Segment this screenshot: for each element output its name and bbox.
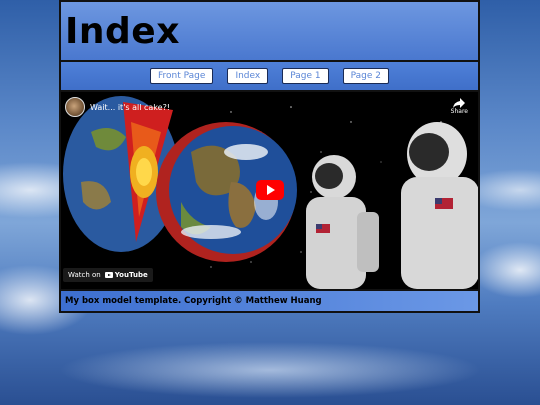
nav-index-button[interactable]: Index <box>227 68 269 84</box>
copyright-text: My box model template. Copyright © Matth… <box>65 296 322 306</box>
nav-bar: Front Page Index Page 1 Page 2 <box>61 62 478 92</box>
page-container: Index Front Page Index Page 1 Page 2 Wai… <box>59 0 480 313</box>
nav-page-2-button[interactable]: Page 2 <box>342 68 389 84</box>
nav-page-1-button[interactable]: Page 1 <box>282 68 329 84</box>
share-button[interactable]: Share <box>451 98 468 115</box>
watch-on-label: Watch on <box>68 271 101 279</box>
video-title-bar: Wait... it's all cake?! <box>65 97 170 117</box>
page-footer: My box model template. Copyright © Matth… <box>61 289 478 311</box>
share-icon <box>453 98 466 108</box>
watch-on-youtube-button[interactable]: Watch on YouTube <box>63 268 153 282</box>
share-label: Share <box>450 108 468 115</box>
platform-label: YouTube <box>114 271 148 279</box>
youtube-icon <box>104 272 113 278</box>
nav-front-page-button[interactable]: Front Page <box>150 68 214 84</box>
page-title: Index <box>65 10 180 52</box>
page-header: Index <box>61 2 478 62</box>
video-title[interactable]: Wait... it's all cake?! <box>90 103 170 112</box>
channel-avatar[interactable] <box>65 97 85 117</box>
video-embed[interactable]: Wait... it's all cake?! Share Watch on Y… <box>61 92 478 289</box>
youtube-logo: YouTube <box>104 271 148 279</box>
play-button[interactable] <box>256 180 284 200</box>
